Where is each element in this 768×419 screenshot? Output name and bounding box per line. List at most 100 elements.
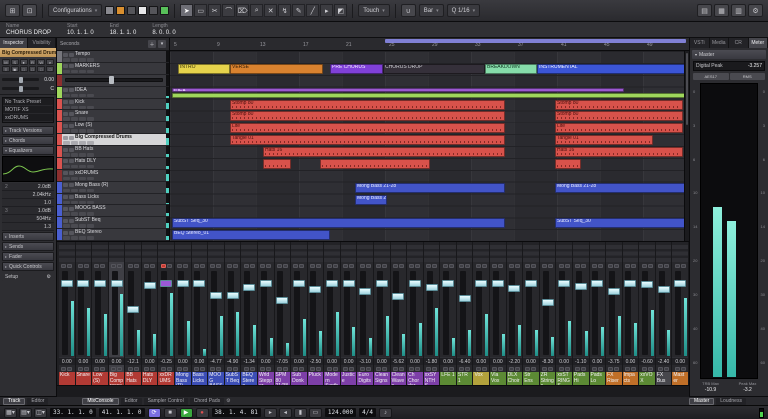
channel-mini-button[interactable] — [426, 366, 431, 371]
channel-mini-button[interactable] — [127, 366, 133, 371]
mixer-channel-fx-bus[interactable]: -2.40 FX Bus — [655, 242, 673, 385]
track-row-bass-licks[interactable]: Bass Licks — [57, 193, 169, 206]
inspector-section-track-versions[interactable]: ▸ Track Versions — [2, 126, 54, 135]
fader-handle[interactable] — [508, 285, 521, 293]
channel-mini-button[interactable] — [664, 366, 670, 371]
track-control-button[interactable]: M — [2, 59, 10, 65]
channel-mini-button[interactable] — [564, 366, 570, 371]
pan-slider[interactable] — [2, 85, 39, 92]
channel-fader[interactable] — [623, 269, 639, 357]
channel-mini-button[interactable] — [630, 366, 636, 371]
track-mini-button[interactable] — [63, 188, 70, 193]
channel-name-label[interactable]: Justice — [340, 372, 357, 385]
channel-level-value[interactable]: -3.75 — [606, 357, 622, 365]
channel-mini-button[interactable] — [233, 366, 239, 371]
channel-fader[interactable] — [175, 269, 191, 357]
transport-mode-button[interactable]: ▤ ▾ — [19, 407, 32, 418]
rightzone-tab-meter[interactable]: Meter — [748, 38, 768, 48]
inspector-tab-inspector[interactable]: Inspector — [0, 38, 28, 48]
preset-row-motif-xs[interactable]: MOTIF XS — [3, 106, 53, 114]
arrange-event[interactable]: Hats 16 — [263, 147, 505, 157]
channel-mute-button[interactable] — [227, 263, 233, 268]
channel-level-value[interactable]: -12.1 — [125, 357, 141, 365]
channel-mini-button[interactable] — [193, 366, 199, 371]
channel-mute-button[interactable] — [641, 263, 647, 268]
channel-name-label[interactable]: xxSTRINGS — [556, 372, 572, 385]
lower-zone-tab-mixconsole[interactable]: MixConsole — [82, 397, 119, 405]
track-row-moog-bass[interactable]: MOOG BASS — [57, 205, 169, 218]
channel-mini-button[interactable] — [658, 366, 664, 371]
track-mini-button[interactable] — [71, 212, 78, 216]
track-mini-button[interactable] — [79, 69, 86, 74]
channel-mute-button[interactable] — [392, 263, 398, 268]
track-mini-button[interactable] — [79, 141, 86, 145]
channel-mini-button[interactable] — [415, 366, 421, 371]
grid-type-dropdown[interactable]: Bar ▾ — [418, 4, 444, 17]
track-filter-icon[interactable]: ▾ — [158, 40, 166, 48]
solo-button[interactable] — [69, 135, 74, 140]
channel-mute-button[interactable] — [558, 263, 564, 268]
track-mini-button[interactable] — [71, 93, 78, 98]
erase-tool[interactable]: ⌦ — [236, 4, 250, 17]
insert-slots[interactable] — [125, 242, 141, 262]
channel-solo-button[interactable] — [83, 263, 89, 268]
mixer-channel-big-compressed-drums[interactable]: 0.00 Big Compressed Drums — [108, 242, 126, 385]
arrange-event[interactable] — [320, 158, 430, 169]
channel-mini-button[interactable] — [498, 366, 504, 371]
track-mini-button[interactable] — [87, 69, 94, 74]
mixer-channel-xxdrums[interactable]: -0.25 xxDRUMS — [158, 242, 176, 385]
fader-handle[interactable] — [392, 293, 405, 301]
channel-name-label[interactable]: Pads Lo — [589, 372, 606, 385]
channel-fader[interactable] — [324, 269, 340, 357]
track-mini-button[interactable] — [63, 153, 70, 157]
insert-slots[interactable] — [622, 242, 639, 262]
channel-mini-button[interactable] — [647, 366, 653, 371]
channel-mini-button[interactable] — [199, 366, 205, 371]
channel-mini-button[interactable] — [575, 366, 581, 371]
add-track-icon[interactable]: ＋ — [148, 40, 156, 48]
mute-tool[interactable]: ✕ — [264, 4, 278, 17]
inspector-track-title[interactable]: Big Compressed Drums — [0, 48, 56, 57]
channel-mute-button[interactable] — [326, 263, 332, 268]
track-mini-button[interactable] — [87, 153, 94, 157]
solo-button[interactable] — [69, 88, 74, 93]
channel-mute-button[interactable] — [575, 263, 581, 268]
fader-handle[interactable] — [541, 298, 554, 306]
channel-fader[interactable] — [192, 269, 208, 357]
channel-mini-button[interactable] — [591, 366, 597, 371]
glue-tool[interactable]: ⌒ — [222, 4, 236, 17]
mixer-channel-moog-bass[interactable]: -4.77 MOOG BASS — [208, 242, 225, 385]
preset-row-no-track-preset[interactable]: No Track Preset — [3, 98, 53, 106]
track-mini-button[interactable] — [79, 117, 86, 121]
left-locator-display[interactable]: 33. 1. 1. 0 — [50, 408, 96, 417]
fader-handle[interactable] — [326, 279, 339, 287]
mixer-channel-justice[interactable]: 0.00 Justice — [340, 242, 358, 385]
rightzone-tab-media[interactable]: Media — [709, 38, 729, 48]
window-layout-button[interactable]: ⊡ — [22, 4, 37, 17]
mixer-channel-low-s[interactable]: 0.00 Low (S) — [92, 242, 109, 385]
infoline-field-length[interactable]: Length 8. 0. 0. 0 — [152, 23, 175, 36]
track-control-button[interactable]: □ — [46, 66, 54, 72]
channel-solo-button[interactable] — [67, 263, 73, 268]
track-row-kick[interactable]: Kick — [57, 98, 169, 111]
eq-parameter-row[interactable]: 2.04kHz — [2, 191, 54, 199]
track-mini-button[interactable] — [87, 93, 94, 98]
automation-mode-dropdown[interactable]: Touch ▾ — [358, 4, 390, 17]
track-control-button[interactable]: □ — [19, 66, 28, 72]
track-mini-button[interactable] — [71, 164, 78, 169]
gear-icon[interactable]: ⚙ — [226, 398, 230, 404]
track-row-big-compressed-drums[interactable]: Big Compressed Drums — [57, 134, 169, 146]
channel-mute-button[interactable] — [177, 263, 183, 268]
channel-level-value[interactable]: 0.00 — [75, 357, 92, 365]
channel-level-value[interactable]: 0.00 — [92, 357, 108, 365]
channel-fader[interactable] — [59, 269, 75, 357]
time-warp-tool[interactable]: ↯ — [278, 4, 292, 17]
channel-name-label[interactable]: SubST Beq — [224, 372, 241, 385]
insert-slots[interactable] — [324, 242, 340, 262]
channel-mute-button[interactable] — [492, 263, 498, 268]
mute-button[interactable] — [63, 159, 68, 164]
channel-mini-button[interactable] — [558, 366, 564, 371]
insert-slots[interactable] — [589, 242, 606, 262]
track-mini-button[interactable] — [87, 58, 94, 62]
fader-handle[interactable] — [657, 286, 670, 293]
